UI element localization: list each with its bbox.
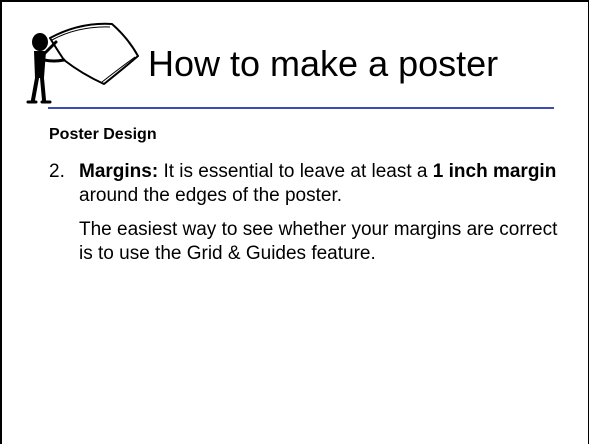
section-heading: Poster Design bbox=[49, 126, 157, 143]
item-text-before: It is essential to leave at least a bbox=[158, 161, 433, 182]
title-divider bbox=[48, 107, 554, 109]
slide-title: How to make a poster bbox=[148, 43, 499, 84]
figure-holding-sign-icon bbox=[26, 22, 139, 104]
slide: How to make a poster Poster Design 2. Ma… bbox=[0, 0, 589, 444]
item-bold-label: Margins: bbox=[79, 161, 159, 182]
item-text-after: around the edges of the poster. bbox=[79, 185, 343, 206]
numbered-item: 2. Margins: It is essential to leave at … bbox=[49, 160, 569, 208]
item-number: 2. bbox=[49, 161, 65, 182]
body-paragraph: The easiest way to see whether your marg… bbox=[79, 219, 558, 264]
item-text: Margins: It is essential to leave at lea… bbox=[79, 160, 569, 208]
slide-body: 2. Margins: It is essential to leave at … bbox=[49, 160, 569, 266]
item-bold-phrase: 1 inch margin bbox=[432, 161, 557, 182]
